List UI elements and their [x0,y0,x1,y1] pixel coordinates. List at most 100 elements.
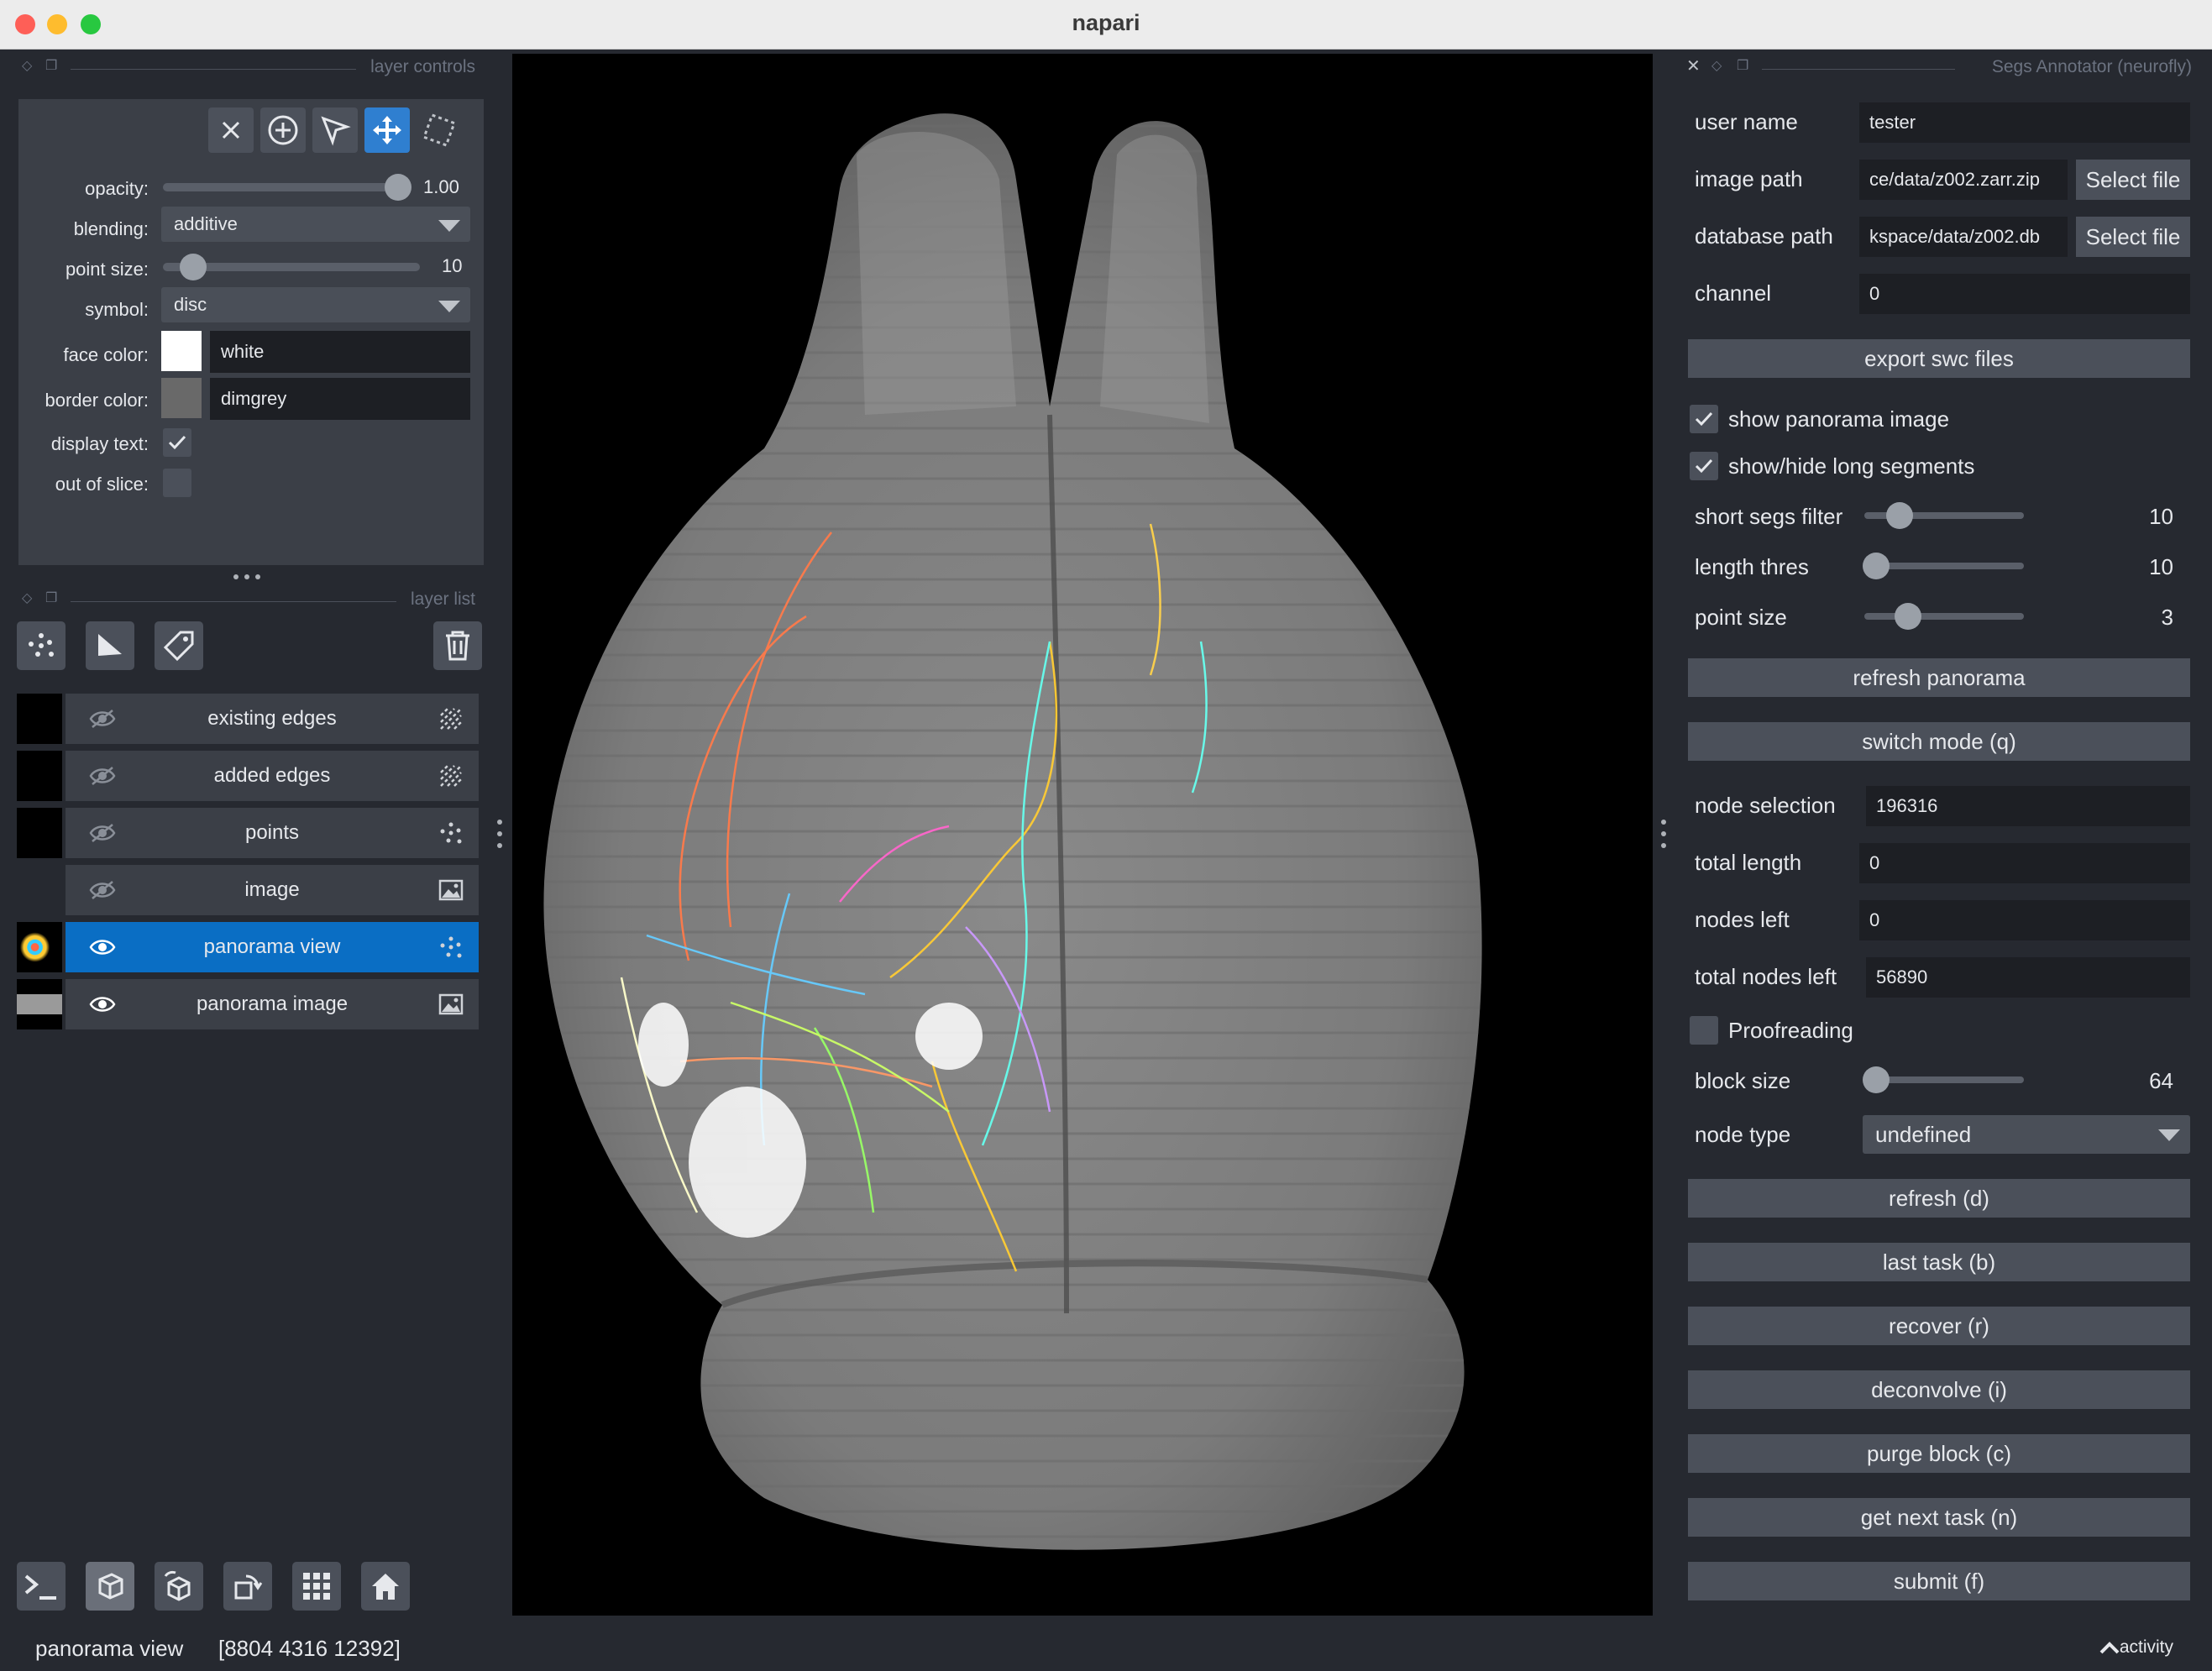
switch-mode-button[interactable]: switch mode (q) [1688,722,2190,761]
roll-dimensions-button[interactable] [155,1562,203,1611]
delete-selected-tool[interactable] [208,107,254,153]
undock-icon[interactable]: ❐ [1737,57,1748,74]
transpose-dimensions-button[interactable] [223,1562,272,1611]
node-type-dropdown[interactable]: undefined [1863,1115,2190,1154]
short-segs-filter-handle[interactable] [1886,502,1913,529]
transform-tool[interactable] [417,107,462,153]
points-icon [440,822,462,844]
border-color-field[interactable]: dimgrey [210,378,470,420]
show-long-segments-label: show/hide long segments [1728,453,1975,479]
refresh-button[interactable]: refresh (d) [1688,1179,2190,1218]
pan-zoom-tool[interactable] [364,107,410,153]
layer-row[interactable]: image [17,865,479,915]
length-thres-handle[interactable] [1863,553,1890,579]
total-length-field[interactable]: 0 [1859,843,2190,883]
submit-button[interactable]: submit (f) [1688,1562,2190,1600]
layer-controls-title: layer controls [370,57,475,76]
recover-button[interactable]: recover (r) [1688,1307,2190,1345]
layer-row[interactable]: added edges [17,751,479,801]
database-path-field[interactable]: kspace/data/z002.db [1859,217,2068,257]
get-next-task-button[interactable]: get next task (n) [1688,1498,2190,1537]
delete-layer-button[interactable] [433,621,482,670]
float-icon[interactable]: ◇ [22,589,32,606]
face-color-swatch[interactable] [161,331,202,371]
layer-thumbnail [17,979,62,1029]
panel-splitter-handle[interactable] [233,573,264,581]
symbol-value: disc [174,294,207,315]
status-layer-name: panorama view [35,1636,184,1661]
symbol-dropdown[interactable]: disc [161,287,470,322]
checkmark-icon [1695,411,1713,427]
move-arrows-icon [373,116,401,144]
image-path-field[interactable]: ce/data/z002.zarr.zip [1859,160,2068,200]
console-button[interactable] [17,1562,66,1611]
refresh-panorama-button[interactable]: refresh panorama [1688,658,2190,697]
block-size-handle[interactable] [1863,1066,1890,1093]
opacity-slider-handle[interactable] [385,174,411,201]
activity-button[interactable]: activity [2099,1637,2173,1658]
display-text-checkbox[interactable] [163,428,191,457]
image-icon [438,879,464,901]
left-dock-splitter-handle[interactable] [497,820,504,850]
layer-row-body[interactable]: existing edges [66,694,479,744]
select-points-tool[interactable] [312,107,358,153]
point-size-slider-handle[interactable] [180,254,207,280]
node-type-value: undefined [1875,1122,1972,1147]
layer-row[interactable]: points [17,808,479,858]
add-circle-icon [268,115,298,145]
border-color-swatch[interactable] [161,378,202,418]
plugin-point-size-slider[interactable] [1864,613,2024,620]
total-nodes-left-field[interactable]: 56890 [1866,957,2190,998]
undock-icon[interactable]: ❐ [45,57,57,74]
float-icon[interactable]: ◇ [1711,57,1722,74]
blending-dropdown[interactable]: additive [161,207,470,242]
layer-row[interactable]: panorama view [17,922,479,972]
layer-row-body[interactable]: added edges [66,751,479,801]
show-long-segments-checkbox[interactable] [1690,452,1718,480]
layer-name: existing edges [207,707,337,730]
new-labels-layer-button[interactable] [155,621,203,670]
new-points-layer-button[interactable] [17,621,66,670]
grid-view-button[interactable] [292,1562,341,1611]
opacity-slider[interactable] [163,183,406,191]
layer-row-body[interactable]: image [66,865,479,915]
channel-field[interactable]: 0 [1859,274,2190,314]
select-database-file-button[interactable]: Select file [2076,217,2190,257]
out-of-slice-checkbox[interactable] [163,469,191,497]
layer-row-body[interactable]: panorama image [66,979,479,1029]
close-icon[interactable]: ✕ [1686,55,1701,76]
image-icon [438,993,464,1015]
reset-view-button[interactable] [361,1562,410,1611]
user-name-field[interactable]: tester [1859,102,2190,143]
new-shapes-layer-button[interactable] [86,621,134,670]
node-selection-field[interactable]: 196316 [1866,786,2190,826]
viewer-canvas[interactable] [512,54,1653,1616]
plugin-point-size-handle[interactable] [1895,603,1921,630]
layer-row-body[interactable]: points [66,808,479,858]
display-text-label: display text: [50,433,149,454]
database-path-label: database path [1695,223,1833,249]
toggle-ndisplay-button[interactable] [86,1562,134,1611]
layer-row[interactable]: existing edges [17,694,479,744]
shapes-icon [440,708,462,730]
float-icon[interactable]: ◇ [22,57,32,74]
points-icon [440,936,462,958]
last-task-button[interactable]: last task (b) [1688,1243,2190,1281]
block-size-value: 64 [2149,1068,2173,1093]
select-image-file-button[interactable]: Select file [2076,160,2190,200]
face-color-field[interactable]: white [210,331,470,373]
layer-list-title: layer list [410,589,475,609]
proofreading-checkbox[interactable] [1690,1016,1718,1045]
export-swc-button[interactable]: export swc files [1688,339,2190,378]
brain-volume-render [543,113,1482,1550]
show-panorama-checkbox[interactable] [1690,405,1718,433]
layer-row-body[interactable]: panorama view [66,922,479,972]
purge-block-button[interactable]: purge block (c) [1688,1434,2190,1473]
add-points-tool[interactable] [260,107,306,153]
nodes-left-field[interactable]: 0 [1859,900,2190,940]
layer-row[interactable]: panorama image [17,979,479,1029]
undock-icon[interactable]: ❐ [45,589,57,606]
short-segs-filter-label: short segs filter [1695,504,1843,529]
right-dock-splitter-handle[interactable] [1661,820,1668,850]
deconvolve-button[interactable]: deconvolve (i) [1688,1370,2190,1409]
